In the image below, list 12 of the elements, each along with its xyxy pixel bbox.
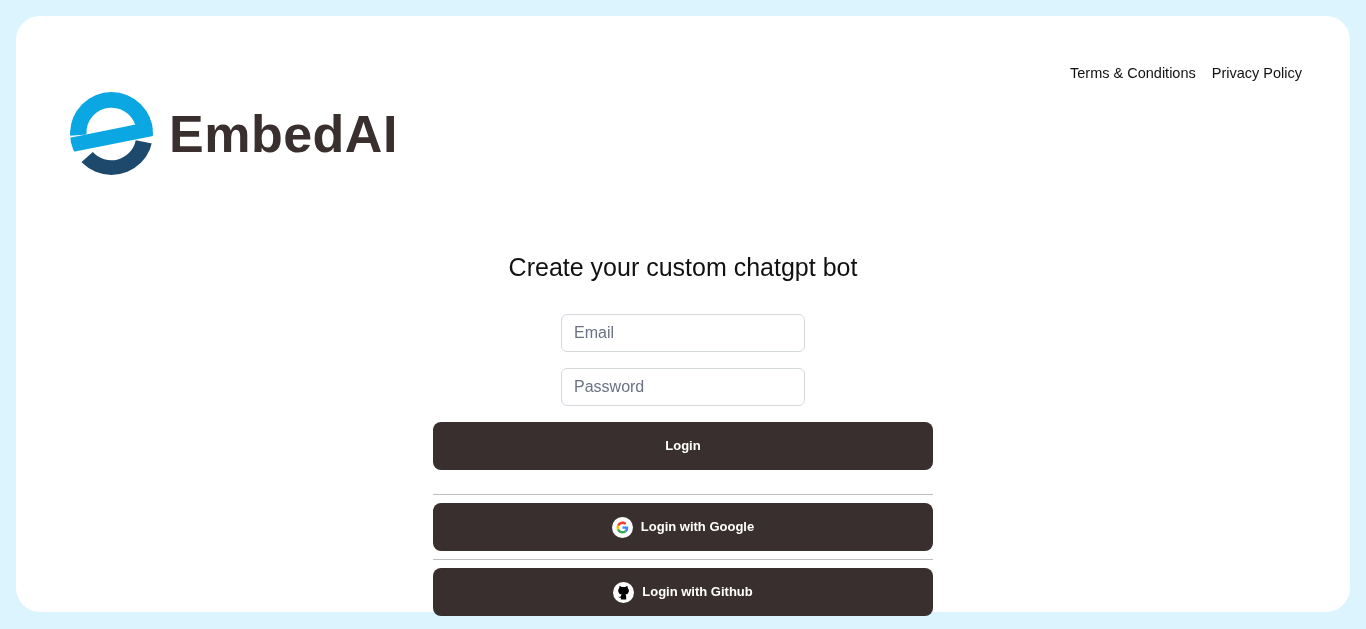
github-login-button[interactable]: Login with Github <box>433 568 933 616</box>
cat-icon <box>613 581 635 603</box>
input-field[interactable]: Password <box>561 368 805 406</box>
google-login-button[interactable]: Login with Google <box>433 503 933 551</box>
nav-link[interactable]: Terms & Conditions <box>1070 63 1196 85</box>
logo-icon <box>70 92 153 175</box>
input-field[interactable]: Email <box>561 314 805 352</box>
brand-name: EmbedAI <box>169 107 398 160</box>
page-heading: Create your custom chatgpt bot <box>508 252 858 283</box>
google-icon <box>611 516 633 538</box>
login-button[interactable]: Login <box>433 422 933 470</box>
nav-link[interactable]: Privacy Policy <box>1211 63 1302 85</box>
